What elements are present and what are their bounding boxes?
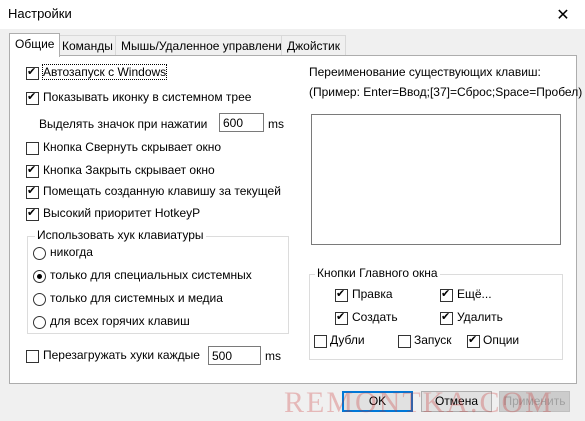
highlight-unit: ms xyxy=(268,117,284,131)
reload-hooks-unit: ms xyxy=(265,349,281,363)
window-title: Настройки xyxy=(8,6,72,21)
place-after-checkbox[interactable] xyxy=(26,184,39,199)
delete-checkbox[interactable] xyxy=(440,310,453,325)
duplicates-checkbox[interactable] xyxy=(314,335,327,348)
launch-checkbox[interactable] xyxy=(398,335,411,348)
rename-keys-textarea[interactable] xyxy=(311,114,561,245)
rename-keys-example: (Пример: Enter=Ввод;[37]=Сброс;Space=Про… xyxy=(309,85,583,99)
highlight-label: Выделять значок при нажатии xyxy=(39,117,208,131)
apply-button[interactable]: Применить xyxy=(499,391,570,412)
reload-hooks-input[interactable]: 500 xyxy=(208,346,261,365)
main-window-buttons-legend: Кнопки Главного окна xyxy=(315,266,440,280)
tab-label: Мышь/Удаленное управление xyxy=(121,39,289,53)
minimize-hides-checkbox[interactable] xyxy=(26,142,39,155)
title-bar: Настройки ✕ xyxy=(0,0,585,29)
ok-button[interactable]: OK xyxy=(342,391,413,412)
close-icon[interactable]: ✕ xyxy=(541,0,585,29)
tray-icon-checkbox[interactable] xyxy=(26,90,39,105)
close-hides-checkbox[interactable] xyxy=(26,163,39,178)
high-priority-label: Высокий приоритет HotkeyP xyxy=(43,206,201,220)
high-priority-checkbox[interactable] xyxy=(26,206,39,221)
tab-joystick[interactable]: Джойстик xyxy=(281,35,346,56)
tab-general[interactable]: Общие xyxy=(9,33,61,57)
duplicates-label: Дубли xyxy=(330,333,365,347)
tab-commands[interactable]: Команды xyxy=(56,35,119,56)
hook-special-radio[interactable] xyxy=(33,270,46,283)
options-label: Опции xyxy=(483,333,520,347)
hook-special-label: только для специальных системных xyxy=(50,268,252,282)
place-after-label: Помещать созданную клавишу за текущей xyxy=(43,184,281,198)
keyboard-hook-legend: Использовать хук клавиатуры xyxy=(35,228,206,242)
options-checkbox[interactable] xyxy=(467,333,480,348)
tab-panel-general: Автозапуск с Windows Показывать иконку в… xyxy=(9,55,582,384)
hook-all-label: для всех горячих клавиш xyxy=(50,314,190,328)
tray-icon-label: Показывать иконку в системном трее xyxy=(43,90,252,104)
minimize-hides-label: Кнопка Свернуть скрывает окно xyxy=(43,140,222,154)
edit-label: Правка xyxy=(352,287,393,301)
autostart-checkbox[interactable] xyxy=(26,65,39,80)
close-hides-label: Кнопка Закрыть скрывает окно xyxy=(43,163,215,177)
tab-mouse-remote[interactable]: Мышь/Удаленное управление xyxy=(115,35,295,56)
autostart-label: Автозапуск с Windows xyxy=(41,64,168,80)
tab-label: Общие xyxy=(15,37,55,51)
reload-hooks-label: Перезагружать хуки каждые xyxy=(43,348,200,362)
hook-never-radio[interactable] xyxy=(33,247,46,260)
hook-system-media-label: только для системных и медиа xyxy=(50,291,223,305)
rename-keys-title: Переименование существующих клавиш: xyxy=(309,65,541,79)
delete-label: Удалить xyxy=(457,310,503,324)
tab-label: Команды xyxy=(62,39,113,53)
hook-system-media-radio[interactable] xyxy=(33,293,46,306)
hook-never-label: никогда xyxy=(50,245,93,259)
highlight-ms-input[interactable]: 600 xyxy=(219,113,264,132)
cancel-button[interactable]: Отмена xyxy=(421,391,492,412)
more-label: Ещё... xyxy=(457,287,492,301)
more-checkbox[interactable] xyxy=(440,287,453,302)
launch-label: Запуск xyxy=(414,333,452,347)
create-label: Создать xyxy=(352,310,398,324)
hook-all-radio[interactable] xyxy=(33,316,46,329)
tab-label: Джойстик xyxy=(287,39,340,53)
create-checkbox[interactable] xyxy=(335,310,348,325)
reload-hooks-checkbox[interactable] xyxy=(26,350,39,363)
edit-checkbox[interactable] xyxy=(335,287,348,302)
